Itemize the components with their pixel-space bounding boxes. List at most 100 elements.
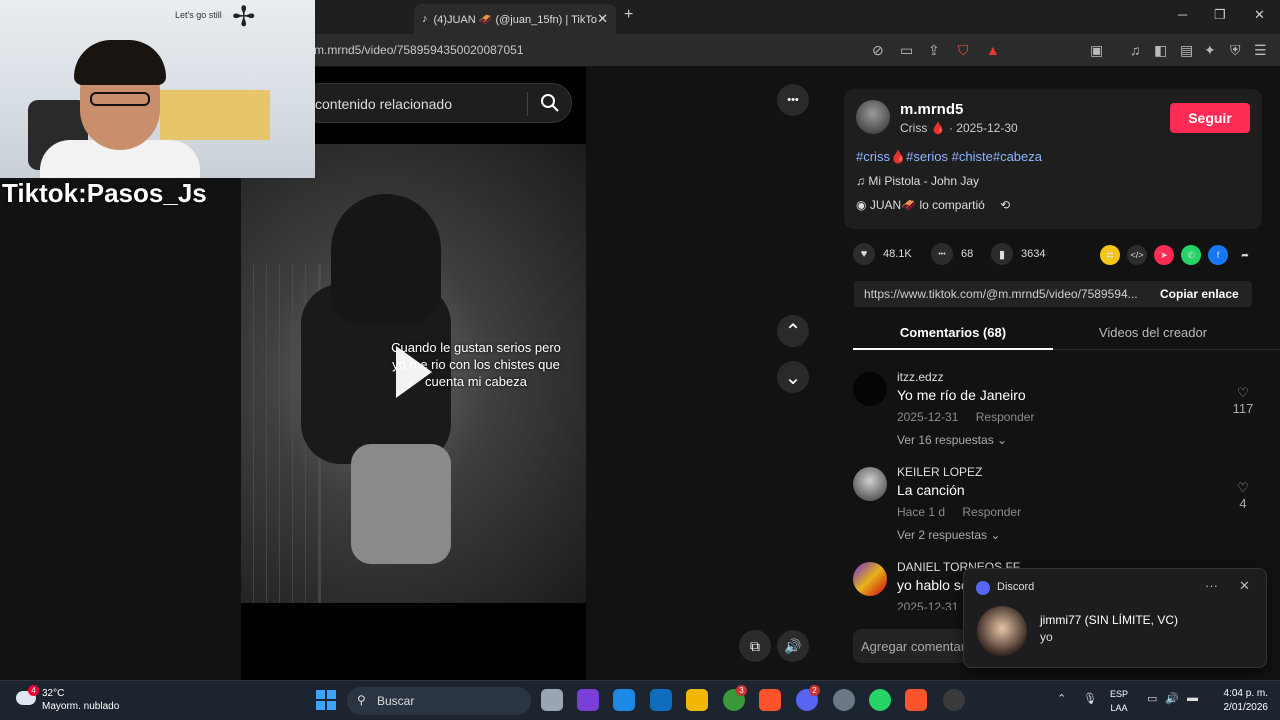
like-action[interactable]: ♥ 48.1K <box>853 243 912 265</box>
copy-link-button[interactable]: Copiar enlace <box>1160 287 1239 301</box>
reply-button[interactable]: Responder <box>976 410 1035 424</box>
commenter-avatar[interactable] <box>853 372 887 406</box>
video-frame[interactable]: Cuando le gustan serios pero yo me rio c… <box>241 144 586 603</box>
forward-icon[interactable]: ➦ <box>1235 245 1255 265</box>
heart-outline-icon[interactable]: ♡ <box>1231 480 1255 496</box>
cast-icon[interactable]: ▭ <box>900 42 913 59</box>
search-bar[interactable]: contenido relacionado <box>300 83 572 123</box>
view-replies-button[interactable]: Ver 16 respuestas ⌄ <box>897 433 1007 447</box>
notification-more-button[interactable]: ··· <box>1205 578 1218 593</box>
search-divider <box>527 92 528 116</box>
active-tab[interactable]: ♪ (4)JUAN 🛷 (@juan_15fn) | TikTok ✕ <box>414 4 616 34</box>
comment-like[interactable]: ♡ 4 <box>1231 480 1255 512</box>
url-field[interactable]: m.mrnd5/video/7589594350020087051 <box>314 43 524 57</box>
comment-icon[interactable]: ••• <box>931 243 953 265</box>
brave-shield-icon[interactable]: ⛉ <box>958 42 969 59</box>
microphone-icon[interactable]: 🎙 <box>1083 692 1097 705</box>
reply-button[interactable]: Responder <box>962 505 1021 519</box>
previous-video-button[interactable]: ⌃ <box>777 315 809 347</box>
comment-action[interactable]: ••• 68 <box>931 243 973 265</box>
tab-close-icon[interactable]: ✕ <box>597 11 608 27</box>
send-icon[interactable]: ➤ <box>1154 245 1174 265</box>
picture-in-picture-button[interactable]: ⧉ <box>739 630 771 662</box>
search-input[interactable]: contenido relacionado <box>315 96 452 112</box>
shared-by-text[interactable]: JUAN🛷 lo compartió <box>870 198 985 212</box>
music-icon[interactable]: ♫ <box>1130 42 1141 58</box>
comment-like-count: 4 <box>1239 496 1247 511</box>
taskbar-search[interactable]: ⚲ Buscar <box>347 687 531 715</box>
whatsapp-app-icon[interactable] <box>869 689 891 711</box>
menu-icon[interactable]: ☰ <box>1254 42 1267 59</box>
next-video-button[interactable]: ⌄ <box>777 361 809 393</box>
battery-icon[interactable]: ▬ <box>1187 692 1198 704</box>
post-music[interactable]: ♫ Mi Pistola - John Jay <box>856 174 979 188</box>
file-explorer-icon[interactable] <box>686 689 708 711</box>
follow-button[interactable]: Seguir <box>1170 103 1250 133</box>
save-action[interactable]: ▮ 3634 <box>991 243 1045 265</box>
language-indicator[interactable]: ESP LAA <box>1110 687 1128 715</box>
comment-time: 2025-12-31 <box>897 600 959 610</box>
discord-notification[interactable]: Discord ··· ✕ jimmi77 (SIN LÍMITE, VC) y… <box>963 568 1267 668</box>
discord-logo-icon <box>976 581 990 595</box>
vpn-icon[interactable]: ⛨ <box>1230 42 1241 59</box>
clock-date: 2/01/2026 <box>1223 702 1269 713</box>
view-replies-button[interactable]: Ver 2 respuestas ⌄ <box>897 528 1000 542</box>
start-button[interactable] <box>316 690 336 710</box>
leo-ai-icon[interactable]: ✦ <box>1204 42 1216 59</box>
whatsapp-icon[interactable]: ✆ <box>1181 245 1201 265</box>
author-avatar[interactable] <box>856 100 890 134</box>
tray-overflow-icon[interactable]: ⌃ <box>1057 692 1066 705</box>
commenter-avatar[interactable] <box>853 562 887 596</box>
embed-icon[interactable]: </> <box>1127 245 1147 265</box>
comment-time: 2025-12-31 <box>897 410 959 424</box>
comment-meta: 2025-12-31 Responder <box>897 410 1048 424</box>
commenter-name[interactable]: itzz.edzz <box>897 370 944 384</box>
wallet-icon[interactable]: ▤ <box>1180 42 1193 59</box>
heart-icon[interactable]: ♥ <box>853 243 875 265</box>
tab-creator-videos[interactable]: Videos del creador <box>1053 325 1253 340</box>
obs-app-icon[interactable] <box>943 689 965 711</box>
commenter-avatar[interactable] <box>853 467 887 501</box>
volume-icon[interactable]: 🔊 <box>1165 692 1179 705</box>
shelf <box>160 90 270 140</box>
new-tab-button[interactable]: + <box>624 6 633 24</box>
comment-time: Hace 1 d <box>897 505 946 519</box>
brave-browser-icon[interactable] <box>759 689 781 711</box>
brave-active-icon[interactable] <box>905 689 927 711</box>
start-tile <box>327 701 336 710</box>
heart-outline-icon[interactable]: ♡ <box>1231 385 1255 401</box>
close-window-button[interactable]: ✕ <box>1254 7 1265 23</box>
start-tile <box>316 701 325 710</box>
system-clock[interactable]: 4:04 p. m. 2/01/2026 <box>1212 687 1269 715</box>
brave-rewards-icon[interactable]: ▲ <box>986 42 1000 58</box>
taskbar-search-label[interactable]: Buscar <box>377 694 414 708</box>
author-username[interactable]: m.mrnd5 <box>900 101 963 118</box>
xbox-badge: 3 <box>736 685 747 696</box>
post-hashtags[interactable]: #criss🩸#serios #chiste#cabeza <box>856 149 1042 165</box>
comment-like[interactable]: ♡ 117 <box>1231 385 1255 417</box>
save-count: 3634 <box>1021 248 1046 260</box>
tab-comments[interactable]: Comentarios (68) <box>853 325 1053 350</box>
network-icon[interactable]: ▭ <box>1147 692 1157 705</box>
facebook-icon[interactable]: f <box>1208 245 1228 265</box>
more-options-button[interactable]: ••• <box>777 84 809 116</box>
task-view-icon[interactable] <box>541 689 563 711</box>
outlook-app-icon[interactable] <box>650 689 672 711</box>
settings-app-icon[interactable] <box>833 689 855 711</box>
reader-mode-icon[interactable]: ▣ <box>1090 42 1103 59</box>
share-page-icon[interactable]: ⇪ <box>928 42 940 59</box>
video-link-field[interactable]: https://www.tiktok.com/@m.mrnd5/video/75… <box>864 287 1149 301</box>
instagram-app-icon[interactable] <box>577 689 599 711</box>
sidebar-icon[interactable]: ◧ <box>1154 42 1167 59</box>
bookmark-icon[interactable]: ▮ <box>991 243 1013 265</box>
no-translate-icon[interactable]: ⊘ <box>872 42 884 59</box>
maximize-button[interactable]: ❐ <box>1214 7 1226 23</box>
minimize-button[interactable]: ─ <box>1178 7 1187 22</box>
friends-share-icon[interactable]: ⇄ <box>1100 245 1120 265</box>
play-icon[interactable] <box>396 346 432 398</box>
search-icon[interactable] <box>539 92 561 114</box>
notification-close-button[interactable]: ✕ <box>1239 578 1250 594</box>
store-app-icon[interactable] <box>613 689 635 711</box>
volume-button[interactable]: 🔊 <box>777 630 809 662</box>
commenter-name[interactable]: KEILER LOPEZ <box>897 465 982 479</box>
